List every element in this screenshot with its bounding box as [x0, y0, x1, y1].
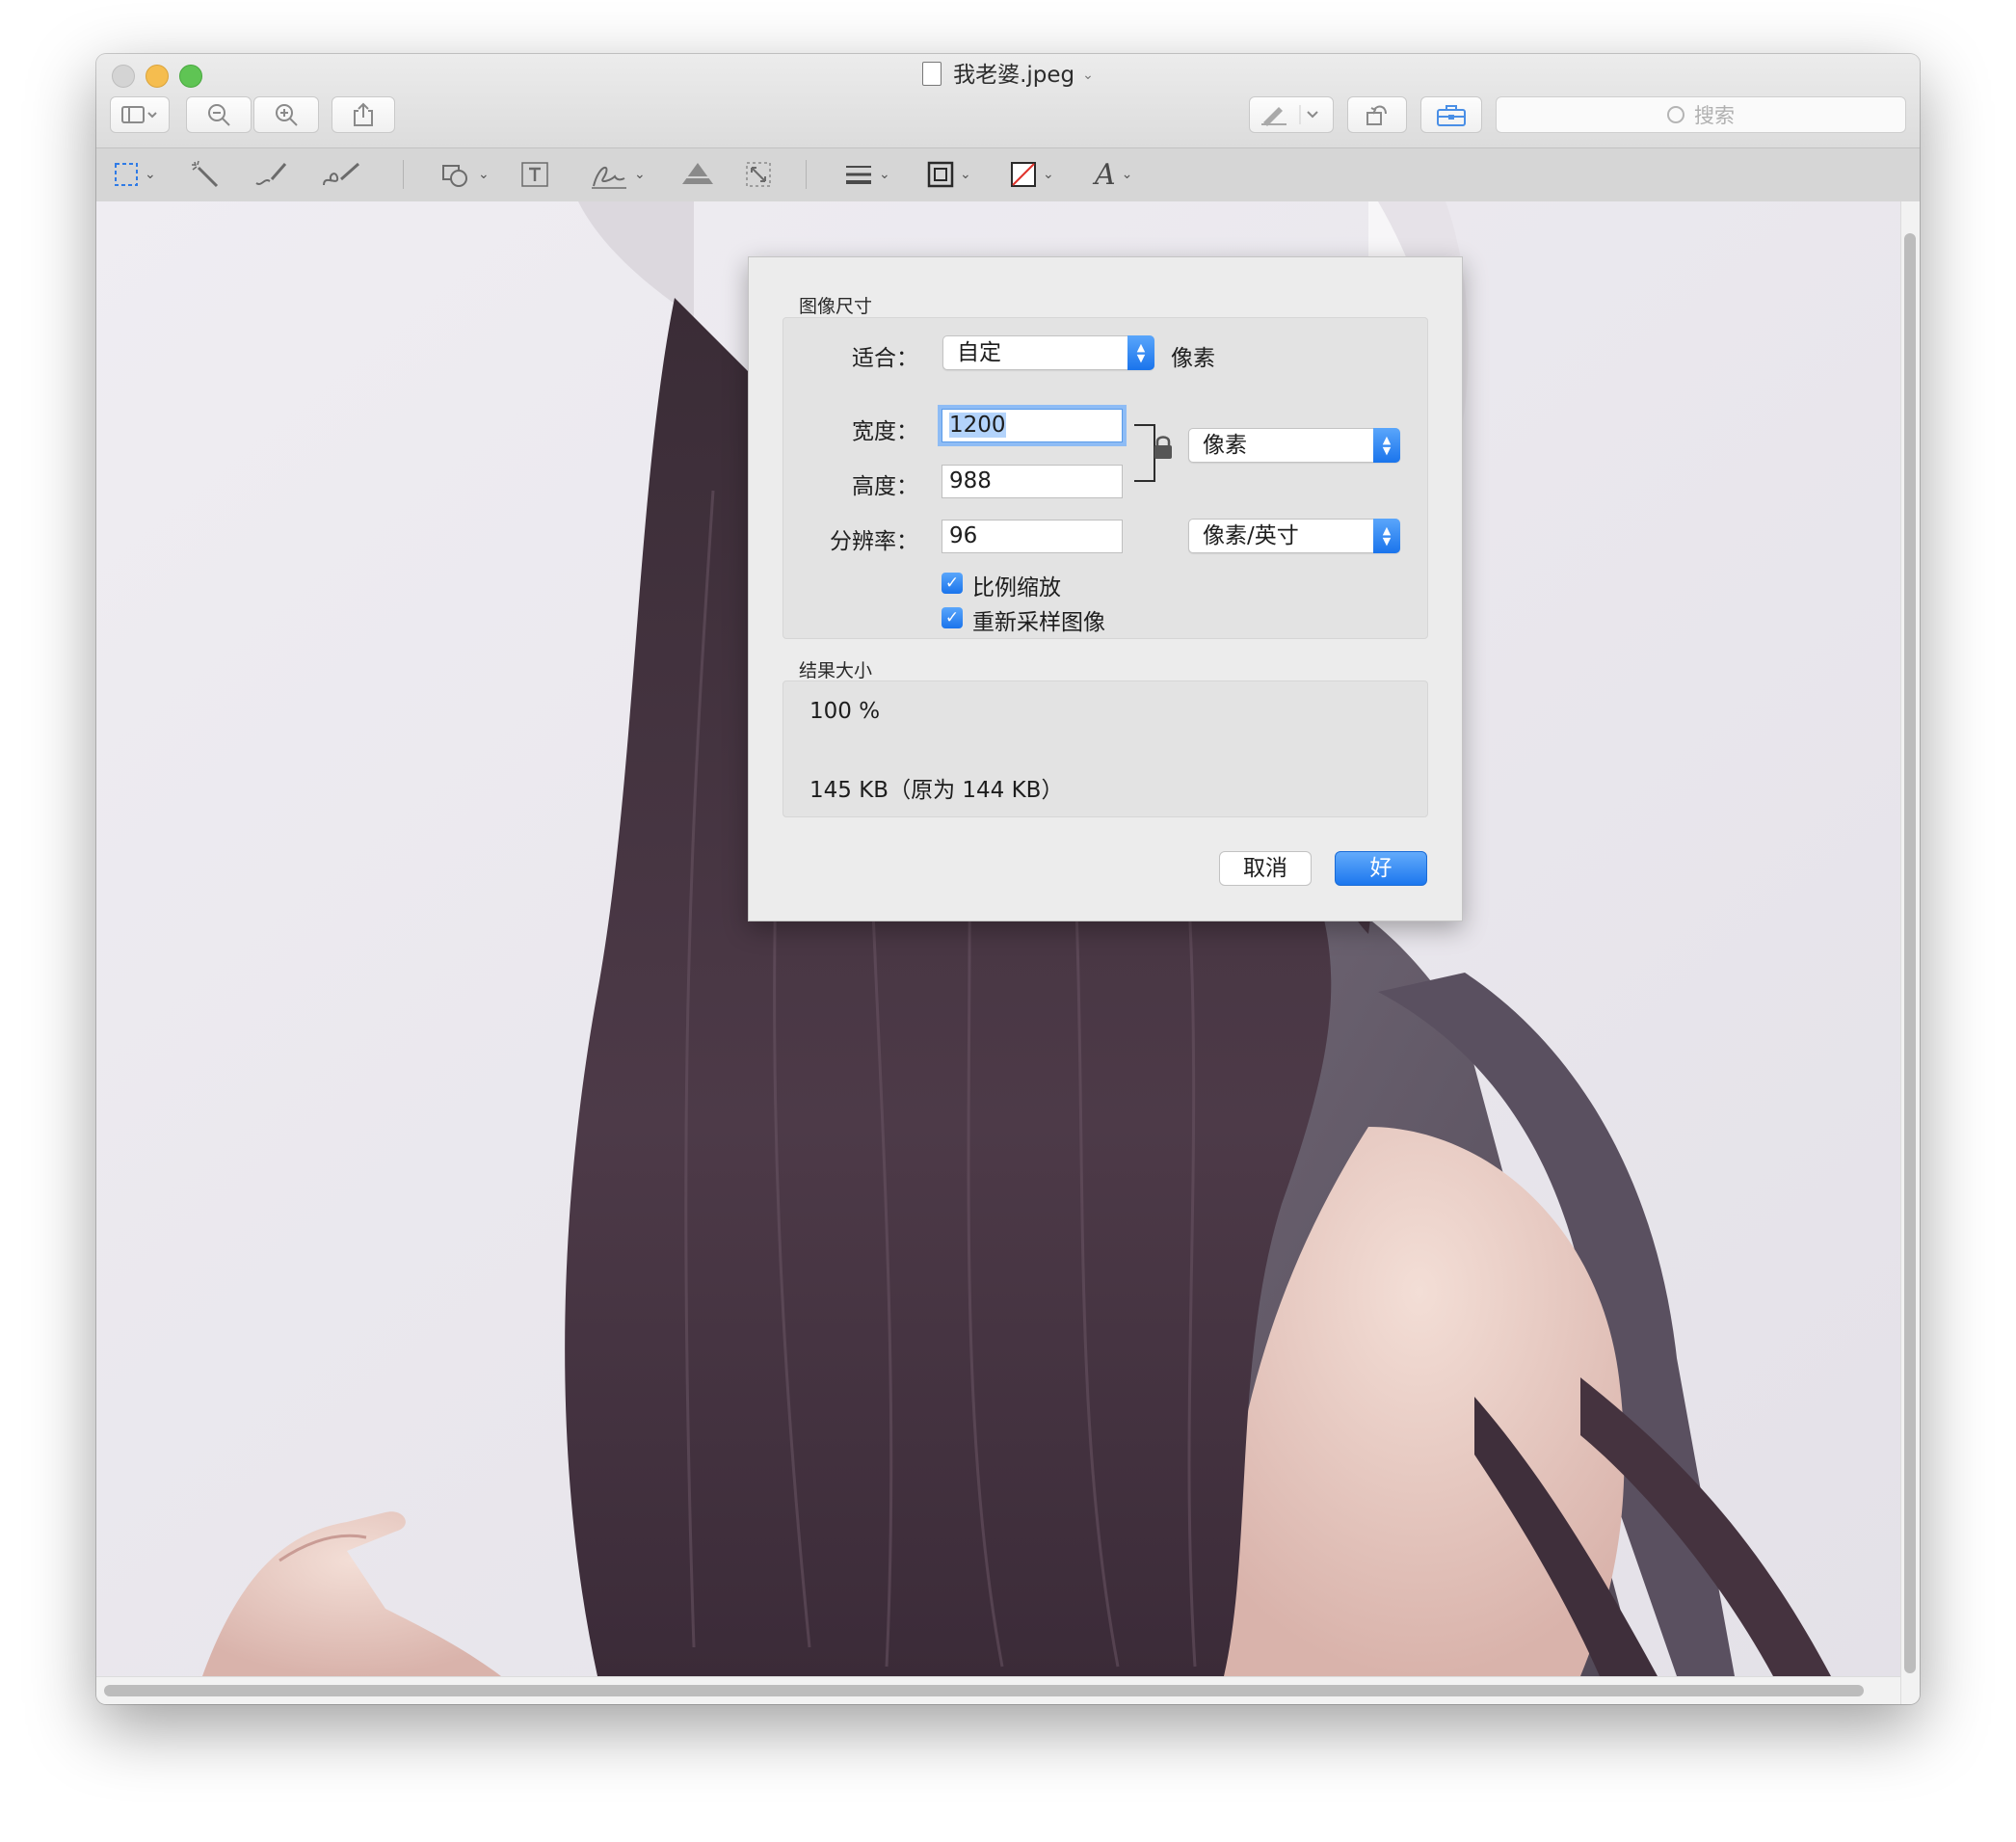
fit-value: 自定: [957, 340, 1001, 365]
zoom-out-button[interactable]: [186, 96, 252, 133]
markup-toolbar: ⌄ ⌄ ⌄ ⌄ ⌄ ⌄ A ⌄: [96, 147, 1920, 202]
resolution-field[interactable]: 96: [942, 520, 1123, 553]
rectangular-selection-icon: [115, 163, 138, 186]
adjust-size-tool[interactable]: [744, 156, 773, 193]
aspect-lock-bracket: [1134, 424, 1155, 482]
cancel-button[interactable]: 取消: [1219, 851, 1312, 886]
rotate-icon: [1366, 105, 1387, 125]
signature-icon: [592, 167, 626, 189]
sign-tool[interactable]: ⌄: [590, 156, 646, 193]
toolbox-icon: [1437, 105, 1466, 126]
ok-button[interactable]: 好: [1335, 851, 1427, 886]
sketch-icon: [255, 163, 287, 185]
zoom-in-icon: [276, 104, 298, 126]
horizontal-scroll-thumb[interactable]: [104, 1685, 1864, 1696]
sidebar-toggle-button[interactable]: [110, 96, 170, 133]
window-title-text: 我老婆.jpeg: [953, 63, 1075, 88]
sketch-tool[interactable]: [254, 156, 289, 193]
search-icon: [1667, 106, 1684, 123]
draw-icon: [323, 162, 359, 186]
shapes-icon: [442, 165, 467, 187]
size-unit-popup[interactable]: 像素 ▲ ▼: [1188, 428, 1400, 463]
fit-unit-label: 像素: [1171, 346, 1215, 371]
share-button[interactable]: [332, 96, 395, 133]
resolution-unit-popup[interactable]: 像素/英寸 ▲ ▼: [1188, 519, 1400, 553]
chevron-down-icon: ⌄: [1043, 167, 1054, 182]
size-unit-value: 像素: [1203, 433, 1247, 458]
zoom-in-button[interactable]: [253, 96, 319, 133]
resample-image-checkbox[interactable]: ✓: [942, 607, 963, 628]
resolution-value: 96: [949, 523, 978, 548]
magic-wand-icon: [192, 160, 219, 188]
adjust-color-icon: [682, 163, 713, 184]
document-icon: [922, 62, 942, 86]
chevron-down-icon: ⌄: [145, 167, 156, 182]
preview-window: 我老婆.jpeg ⌄ 搜索 ⌄ ⌄ ⌄ ⌄ ⌄ ⌄ A ⌄ 图像尺寸 适合： 自…: [96, 54, 1920, 1704]
resolution-label: 分辨率：: [830, 529, 918, 554]
width-value: 1200: [949, 413, 1006, 438]
title-bar: 我老婆.jpeg ⌄ 搜索: [96, 54, 1920, 147]
share-icon: [354, 102, 373, 126]
window-title[interactable]: 我老婆.jpeg ⌄: [96, 60, 1920, 91]
resolution-unit-value: 像素/英寸: [1203, 523, 1299, 548]
instant-alpha-tool[interactable]: [191, 156, 220, 193]
width-label: 宽度：: [852, 419, 918, 444]
sidebar-icon: [121, 106, 157, 123]
adjust-size-dialog: 图像尺寸 适合： 自定 ▲ ▼ 像素 宽度： 1200 高度： 988 像素 ▲ ▼: [748, 256, 1463, 921]
lock-icon[interactable]: [1154, 434, 1173, 461]
result-percent: 100 %: [809, 699, 881, 724]
text-tool[interactable]: [520, 156, 549, 193]
border-color-tool[interactable]: ⌄: [927, 156, 971, 193]
shapes-tool[interactable]: ⌄: [441, 156, 490, 193]
chevron-down-icon: ⌄: [879, 167, 890, 182]
fill-color-icon: [1011, 162, 1036, 187]
scale-proportionally-label[interactable]: 比例缩放: [972, 569, 1061, 601]
height-label: 高度：: [852, 474, 918, 499]
text-style-icon: A: [1095, 157, 1116, 192]
checkmark-icon: ✓: [944, 608, 960, 627]
toolbox-button[interactable]: [1420, 96, 1482, 133]
rotate-button[interactable]: [1347, 96, 1407, 133]
height-field[interactable]: 988: [942, 465, 1123, 498]
width-field[interactable]: 1200: [942, 409, 1123, 442]
vertical-scroll-thumb[interactable]: [1904, 233, 1916, 1673]
line-style-tool[interactable]: ⌄: [844, 156, 890, 193]
height-value: 988: [949, 468, 992, 494]
text-box-icon: [521, 162, 548, 187]
resize-icon: [746, 162, 771, 187]
chevron-down-icon: ⌄: [960, 167, 971, 182]
draw-tool[interactable]: [322, 156, 364, 193]
search-placeholder: 搜索: [1694, 104, 1735, 127]
chevron-down-icon: ⌄: [634, 167, 646, 182]
selection-tool[interactable]: ⌄: [114, 156, 156, 193]
popup-stepper-icon: ▲ ▼: [1373, 428, 1400, 463]
chevron-down-icon: ⌄: [1082, 67, 1094, 83]
toolbar-separator: [806, 160, 807, 189]
pen-icon: [1261, 105, 1318, 126]
fit-popup[interactable]: 自定 ▲ ▼: [942, 335, 1154, 370]
border-color-icon: [927, 161, 954, 188]
result-size-section-label: 结果大小: [799, 660, 873, 681]
scale-proportionally-checkbox[interactable]: ✓: [942, 573, 963, 594]
search-field[interactable]: 搜索: [1496, 96, 1906, 133]
text-style-tool[interactable]: A ⌄: [1095, 156, 1132, 193]
line-style-icon: [846, 166, 871, 184]
popup-stepper-icon: ▲ ▼: [1373, 519, 1400, 553]
checkmark-icon: ✓: [944, 574, 960, 593]
toolbar-separator: [403, 160, 404, 189]
image-size-section-label: 图像尺寸: [799, 296, 873, 317]
popup-stepper-icon: ▲ ▼: [1127, 335, 1154, 370]
chevron-down-icon: ⌄: [1121, 167, 1133, 182]
zoom-out-icon: [208, 104, 230, 126]
result-filesize: 145 KB（原为 144 KB）: [809, 778, 1064, 803]
resample-image-label[interactable]: 重新采样图像: [972, 603, 1105, 636]
chevron-down-icon: ⌄: [478, 167, 490, 182]
image-size-panel: 适合： 自定 ▲ ▼ 像素 宽度： 1200 高度： 988 像素 ▲ ▼ 分辨率：: [783, 317, 1428, 639]
fill-color-tool[interactable]: ⌄: [1010, 156, 1054, 193]
markup-toolbar-button[interactable]: [1249, 96, 1334, 133]
adjust-color-tool[interactable]: [680, 156, 715, 193]
fit-label: 适合：: [852, 346, 918, 371]
